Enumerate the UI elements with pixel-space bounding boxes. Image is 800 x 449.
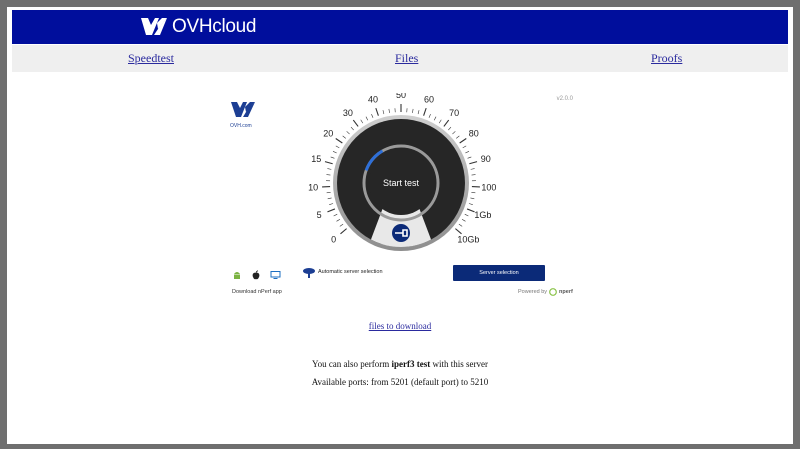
start-test-label: Start test [383, 178, 420, 188]
gauge-minor-tick [452, 131, 456, 135]
nav-proofs-link[interactable]: Proofs [651, 51, 682, 66]
ovh-logo-icon [141, 18, 167, 35]
gauge-minor-tick [456, 135, 460, 139]
iperf-info-suffix: with this server [430, 359, 489, 369]
gauge-major-tick [375, 107, 379, 116]
gauge-tick-label: 15 [311, 154, 321, 164]
powered-by: Powered by nperf [518, 288, 573, 296]
gauge-major-tick [459, 138, 467, 144]
server-icon [303, 268, 315, 278]
page: OVHcloud Speedtest Files Proofs v2.0.0 O… [7, 7, 793, 444]
speedtest-widget: v2.0.0 OVH.com Start test 0 5 10 15 20 3… [222, 93, 579, 298]
gauge-tick-label: 70 [449, 108, 459, 118]
gauge-minor-tick [342, 135, 346, 139]
gauge-minor-tick [326, 191, 331, 194]
gauge-minor-tick [327, 168, 332, 170]
gauge-tick-label: 40 [368, 95, 378, 105]
gauge-minor-tick [467, 156, 472, 159]
nperf-logo-icon [549, 288, 557, 296]
gauge-tick-label: 0 [331, 235, 336, 245]
gauge-minor-tick [471, 191, 476, 194]
gauge-minor-tick [327, 197, 332, 200]
gauge-minor-tick [448, 126, 452, 131]
gauge-tick-label: 1Gb [474, 210, 491, 220]
gauge-tick-label: 90 [481, 154, 491, 164]
gauge-minor-tick [470, 168, 475, 170]
gauge-tick-label: 50 [396, 93, 406, 100]
nav-files-link[interactable]: Files [395, 51, 418, 66]
nperf-brand: nperf [559, 289, 573, 295]
gauge-minor-tick [438, 119, 442, 124]
gauge-minor-tick [336, 219, 341, 222]
gauge-major-tick [423, 107, 427, 116]
gauge-minor-tick [365, 116, 369, 121]
gauge-minor-tick [465, 151, 470, 154]
speed-gauge: Start test 0 5 10 15 20 30 40 50 60 70 80 90 100 1Gb 1… [308, 93, 496, 251]
gauge-minor-tick [461, 219, 466, 222]
gauge-minor-tick [360, 119, 364, 124]
desktop-icon[interactable] [270, 270, 281, 280]
android-icon[interactable] [232, 270, 242, 280]
gauge-minor-tick [428, 113, 431, 118]
gauge-minor-tick [433, 116, 437, 121]
gauge-major-tick [324, 161, 333, 165]
iperf-test-label: iperf3 test [391, 359, 431, 369]
gauge-tick-label: 30 [343, 108, 353, 118]
gauge-tick-label: 20 [323, 128, 333, 138]
gauge-major-tick [469, 161, 478, 165]
gauge-minor-tick [382, 110, 385, 115]
auto-server-label: Automatic server selection [318, 269, 383, 275]
brand-name: OVHcloud [172, 16, 257, 37]
gauge-minor-tick [346, 131, 350, 135]
ovhcloud-logo[interactable]: OVHcloud [140, 15, 257, 39]
gauge-minor-tick [350, 126, 354, 131]
gauge-major-tick [335, 138, 343, 144]
iperf-info-prefix: You can also perform [311, 359, 392, 369]
iperf-info: You can also perform iperf3 test with th… [7, 359, 793, 369]
gauge-minor-tick [339, 223, 344, 227]
gauge-minor-tick [458, 223, 463, 227]
header-bar: OVHcloud [12, 10, 788, 44]
gauge-minor-tick [332, 151, 337, 154]
files-to-download-link[interactable]: files to download [7, 321, 793, 331]
gauge-minor-tick [333, 213, 338, 217]
gauge-minor-tick [335, 145, 340, 149]
gauge-major-tick [455, 228, 462, 235]
gauge-major-tick [352, 119, 359, 127]
gauge-minor-tick [468, 203, 473, 205]
gauge-tick-label: 100 [481, 182, 496, 192]
powered-by-label: Powered by [518, 289, 548, 295]
gauge-major-tick [443, 119, 450, 127]
server-selection-button[interactable]: Server selection [453, 265, 545, 281]
gauge-tick-label: 80 [469, 128, 479, 138]
gauge-minor-tick [388, 108, 390, 113]
gauge-tick-label: 10Gb [457, 235, 479, 245]
nav-speedtest-link[interactable]: Speedtest [128, 51, 174, 66]
gauge-minor-tick [329, 203, 334, 205]
download-app-label: Download nPerf app [232, 289, 282, 295]
apple-icon[interactable] [251, 270, 261, 280]
gauge-tick-label: 60 [424, 95, 434, 105]
ports-info: Available ports: from 5201 (default port… [311, 377, 489, 387]
gauge-major-tick [327, 208, 336, 213]
gauge-tick-label: 10 [308, 182, 318, 192]
gauge-minor-tick [470, 197, 475, 200]
gauge-minor-tick [464, 213, 469, 217]
gauge-minor-tick [371, 113, 374, 118]
app-icons [232, 270, 281, 280]
gauge-major-tick [340, 228, 347, 235]
server-selection-row: Automatic server selection Server select… [300, 265, 552, 282]
gauge-minor-tick [412, 108, 414, 113]
gauge-minor-tick [417, 110, 420, 115]
nav-bar: Speedtest Files Proofs [12, 45, 788, 72]
gauge-minor-tick [462, 145, 467, 149]
gauge-minor-tick [330, 156, 335, 159]
gauge-tick-label: 5 [317, 210, 322, 220]
